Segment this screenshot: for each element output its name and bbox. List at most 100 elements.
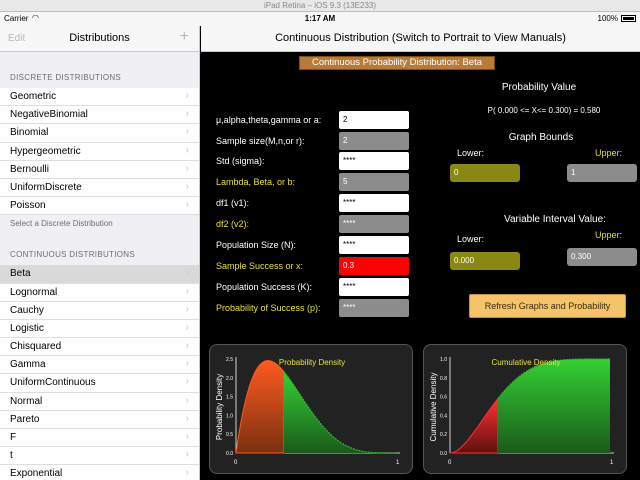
y-tick-label: 0.5 [226, 432, 233, 438]
list-item[interactable]: UniformContinuous › [0, 374, 199, 393]
cdf-chart: 1.0 0.8 0.6 0.4 0.2 0.0 0 1 Cumulative Densit… [423, 344, 627, 474]
cdf-title: Cumulative Density [492, 358, 561, 367]
add-icon[interactable]: + [180, 28, 189, 46]
cdf-area-right [498, 359, 610, 453]
continuous-header-label: CONTINUOUS DISTRIBUTIONS [10, 250, 135, 260]
cdf-xtick-1: 1 [610, 460, 614, 466]
chevron-right-icon: › [185, 180, 189, 192]
y-tick-label: 1.0 [226, 413, 233, 419]
probability-value: P( 0.000 <= X<= 0.300) = 0.580 [487, 106, 601, 115]
list-item[interactable]: Hypergeometric › [0, 142, 199, 161]
discrete-header-label: DISCRETE DISTRIBUTIONS [10, 73, 122, 82]
list-item[interactable]: Normal › [0, 392, 199, 411]
pdf-chart-svg: 2.5 2.0 1.5 1.0 0.5 0.0 0 1 Probability Densi… [215, 357, 400, 466]
pdf-area-right [284, 371, 396, 453]
main-panel: Continuous Distribution (Switch to Portr… [201, 26, 640, 480]
interval-lower-label: Lower: [457, 234, 485, 244]
pdf-y-ticks: 2.5 2.0 1.5 1.0 0.5 0.0 [226, 357, 233, 457]
param-label: Sample Success or x: [216, 261, 304, 271]
continuous-section-header: CONTINUOUS DISTRIBUTIONS [0, 237, 199, 266]
pdf-xtick-1: 1 [396, 460, 400, 466]
param-input[interactable]: **** [339, 194, 409, 212]
param-input[interactable]: **** [339, 278, 409, 296]
list-item[interactable]: Pareto › [0, 410, 199, 429]
list-item[interactable]: Geometric › [0, 88, 199, 107]
cdf-y-ticks: 1.0 0.8 0.6 0.4 0.2 0.0 [440, 357, 447, 457]
chevron-right-icon: › [185, 449, 189, 461]
param-input[interactable]: **** [339, 236, 409, 254]
list-item[interactable]: UniformDiscrete › [0, 178, 199, 198]
param-input[interactable]: **** [339, 152, 409, 170]
list-item-label: Hypergeometric [10, 145, 81, 157]
graph-lower-field[interactable]: 0 [450, 164, 520, 182]
param-input[interactable]: 2 [339, 132, 409, 150]
y-tick-label: 1.5 [226, 395, 233, 401]
list-item-label: Lognormal [10, 286, 58, 298]
list-item[interactable]: NegativeBinomial › [0, 106, 199, 125]
graph-upper-field[interactable]: 1 [567, 164, 637, 182]
param-input[interactable]: **** [339, 299, 409, 317]
interval-lower-field[interactable]: 0.000 [450, 252, 520, 270]
cdf-xtick-0: 0 [448, 460, 452, 466]
list-item[interactable]: F › [0, 429, 199, 448]
chevron-right-icon: › [185, 467, 189, 479]
sidebar: Edit Distributions + DISCRETE DISTRIBUTI… [0, 26, 200, 480]
list-item-label: Poisson [10, 200, 46, 212]
discrete-footer-label: Select a Discrete Distribution [10, 219, 113, 229]
interval-upper-label: Upper: [595, 230, 623, 240]
param-input[interactable]: 0.3 [339, 257, 409, 275]
clock: 1:17 AM [304, 14, 336, 23]
distribution-banner: Continuous Probability Distribution: Bet… [299, 56, 495, 70]
pdf-area-left [235, 360, 285, 454]
list-item[interactable]: Binomial › [0, 124, 199, 143]
list-item-label: Exponential [10, 468, 63, 480]
list-item[interactable]: Chisquared › [0, 338, 199, 357]
param-label: Lambda, Beta, or b: [216, 177, 296, 187]
list-item-label: Pareto [10, 413, 40, 425]
graph-upper-label: Upper: [595, 148, 623, 158]
param-input[interactable]: 2 [339, 111, 409, 129]
list-item-label: Gamma [10, 359, 46, 371]
chevron-right-icon: › [185, 126, 189, 138]
list-item[interactable]: Lognormal › [0, 283, 199, 302]
pdf-chart: 2.5 2.0 1.5 1.0 0.5 0.0 0 1 Probability Densi… [209, 344, 413, 474]
list-item-label: Geometric [10, 91, 57, 102]
status-bar: Carrier ◠ 1:17 AM 100% [0, 12, 640, 26]
refresh-button[interactable]: Refresh Graphs and Probability [469, 294, 626, 318]
discrete-section-header: DISCRETE DISTRIBUTIONS [0, 52, 199, 88]
cdf-ylabel: Cumulative Density [429, 373, 438, 442]
param-input[interactable]: **** [339, 215, 409, 233]
chevron-right-icon: › [185, 303, 189, 315]
chevron-right-icon: › [185, 376, 189, 388]
y-tick-label: 0.2 [440, 432, 447, 438]
list-item[interactable]: Logistic › [0, 319, 199, 339]
y-tick-label: 0.0 [440, 451, 447, 457]
list-item-label: Normal [10, 395, 43, 407]
list-item[interactable]: Beta › [0, 265, 199, 284]
list-item-label: Chisquared [10, 341, 62, 353]
list-item[interactable]: Cauchy › [0, 301, 199, 320]
main-title: Continuous Distribution (Switch to Portr… [275, 32, 566, 44]
discrete-section-footer: Select a Discrete Distribution [0, 215, 199, 238]
list-item[interactable]: Bernoulli › [0, 160, 199, 179]
probability-heading: Probability Value [501, 82, 577, 93]
graph-lower-label: Lower: [457, 148, 485, 158]
y-tick-label: 1.0 [440, 357, 447, 363]
y-tick-label: 2.5 [226, 357, 233, 363]
param-label: Probability of Success (p): [216, 303, 321, 313]
interval-upper-field[interactable]: 0.300 [567, 248, 637, 266]
y-tick-label: 0.4 [440, 413, 447, 419]
list-item-label: Cauchy [10, 304, 44, 316]
chevron-right-icon: › [185, 90, 189, 101]
list-item[interactable]: Poisson › [0, 197, 199, 216]
param-input[interactable]: 5 [339, 173, 409, 191]
list-item[interactable]: Exponential › [0, 465, 199, 480]
list-item[interactable]: t › [0, 447, 199, 466]
sidebar-nav-bar: Edit Distributions + [0, 26, 199, 52]
pdf-xtick-0: 0 [234, 460, 238, 466]
list-item[interactable]: Gamma › [0, 356, 199, 375]
battery-percent: 100% [597, 14, 618, 23]
chevron-right-icon: › [185, 199, 189, 211]
main-nav-bar: Continuous Distribution (Switch to Portr… [201, 26, 640, 52]
simulator-title-bar: iPad Retina – iOS 9.3 (13E233) [0, 0, 640, 12]
